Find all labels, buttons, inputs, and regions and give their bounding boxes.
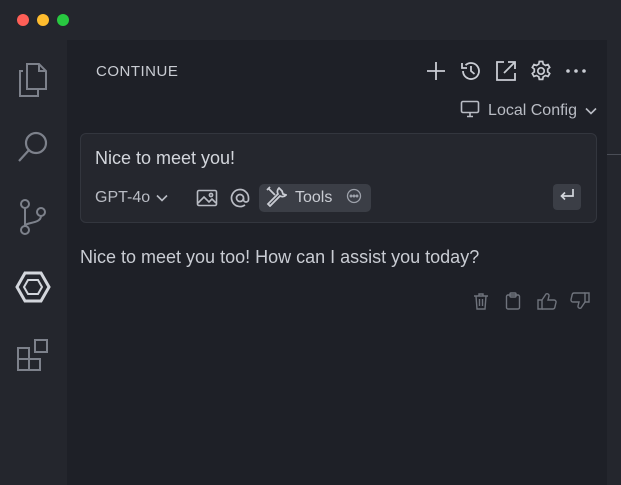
thumbs-up-icon[interactable]: [537, 291, 557, 311]
history-icon[interactable]: [459, 59, 483, 83]
clipboard-icon[interactable]: [503, 291, 523, 311]
tools-label: Tools: [295, 189, 333, 206]
close-window-button[interactable]: [17, 14, 29, 26]
activity-bar: [0, 40, 67, 485]
maximize-window-button[interactable]: [57, 14, 69, 26]
panel-title: CONTINUE: [96, 63, 179, 80]
chat-input-box[interactable]: Nice to meet you! GPT-4o Tools: [80, 133, 597, 223]
wrench-icon: [265, 185, 288, 212]
monitor-icon: [460, 100, 480, 123]
gear-icon[interactable]: [529, 59, 553, 83]
explorer-icon[interactable]: [13, 60, 53, 100]
more-icon[interactable]: [564, 59, 588, 83]
continue-icon[interactable]: [13, 267, 53, 307]
source-control-icon[interactable]: [13, 197, 53, 237]
plus-icon[interactable]: [424, 59, 448, 83]
image-icon[interactable]: [196, 187, 218, 209]
submit-button[interactable]: [553, 184, 581, 210]
config-label: Local Config: [488, 102, 577, 119]
window-titlebar: [0, 0, 621, 40]
extensions-icon[interactable]: [13, 335, 53, 375]
assistant-response: Nice to meet you too! How can I assist y…: [80, 247, 480, 267]
editor-edge: [607, 40, 621, 485]
model-label: GPT-4o: [95, 189, 151, 206]
trash-icon[interactable]: [471, 291, 491, 311]
chat-input-text[interactable]: Nice to meet you!: [95, 148, 235, 169]
at-mention-icon[interactable]: [229, 187, 251, 209]
enter-icon: [559, 188, 575, 207]
more-circle-icon[interactable]: [346, 188, 362, 209]
search-icon[interactable]: [13, 127, 53, 167]
config-selector[interactable]: Local Config: [460, 100, 597, 123]
open-external-icon[interactable]: [494, 59, 518, 83]
minimize-window-button[interactable]: [37, 14, 49, 26]
tools-button[interactable]: Tools: [259, 184, 371, 212]
continue-panel: CONTINUE Local Config Nice to meet you! …: [67, 45, 607, 485]
model-selector[interactable]: GPT-4o: [95, 189, 168, 207]
thumbs-down-icon[interactable]: [570, 291, 590, 311]
chevron-down-icon: [156, 189, 168, 207]
chevron-down-icon: [585, 102, 597, 120]
divider: [607, 154, 621, 155]
